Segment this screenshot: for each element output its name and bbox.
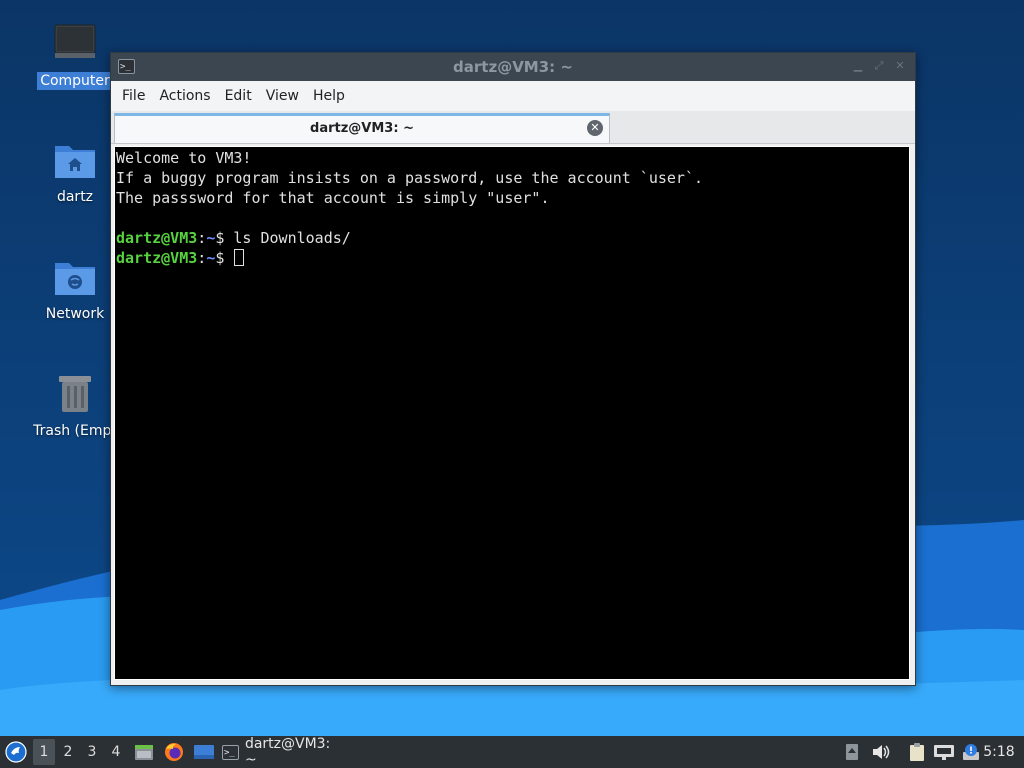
tab-close-icon[interactable]: ✕ (587, 120, 603, 136)
prompt-user-host: dartz@VM3 (116, 249, 198, 267)
terminal-line: If a buggy program insists on a password… (116, 169, 703, 187)
window-titlebar[interactable]: >_ dartz@VM3: ~ ▁ ⤢ ✕ (111, 53, 915, 81)
volume-control[interactable] (870, 736, 892, 768)
terminal-line: The passsword for that account is simply… (116, 189, 550, 207)
prompt-user-host: dartz@VM3 (116, 229, 198, 247)
network-tray-button[interactable] (932, 736, 956, 768)
menu-view[interactable]: View (259, 84, 306, 108)
menu-bar: File Actions Edit View Help (111, 81, 915, 111)
window-title: dartz@VM3: ~ (453, 58, 573, 76)
desktop-icon-label: dartz (56, 189, 94, 205)
eject-icon (846, 744, 858, 760)
tray-up-arrow[interactable] (842, 736, 862, 768)
workspace-3[interactable]: 3 (81, 736, 103, 768)
network-folder-icon (53, 255, 97, 299)
home-folder-icon (53, 138, 97, 182)
speaker-icon (873, 745, 890, 759)
menu-file[interactable]: File (115, 84, 152, 108)
prompt-command: ls Downloads/ (224, 229, 351, 247)
tab-terminal[interactable]: dartz@VM3: ~ ✕ (114, 113, 610, 143)
prompt-separator: : (197, 249, 207, 267)
workspace-1[interactable]: 1 (33, 739, 55, 765)
close-button[interactable]: ✕ (894, 60, 906, 72)
terminal-output[interactable]: Welcome to VM3! If a buggy program insis… (114, 146, 910, 680)
prompt-path: ~ (206, 249, 216, 267)
workspace-2[interactable]: 2 (57, 736, 79, 768)
terminal-task-icon: >_ (222, 744, 239, 760)
terminal-window[interactable]: >_ dartz@VM3: ~ ▁ ⤢ ✕ File Actions Edit … (110, 52, 916, 686)
trash-icon (53, 372, 97, 416)
prompt-command (224, 249, 233, 267)
terminal-prompt-line: dartz@VM3:~$ ls Downloads/ (116, 228, 908, 248)
menu-edit[interactable]: Edit (218, 84, 259, 108)
notification-icon (963, 744, 979, 760)
desktop-icon (194, 745, 214, 759)
menu-help[interactable]: Help (306, 84, 352, 108)
taskbar-task-terminal[interactable]: >_ dartz@VM3: ~ (222, 736, 346, 768)
update-notifier-button[interactable] (960, 736, 982, 768)
prompt-path: ~ (206, 229, 216, 247)
desktop-icon-label: Computer (37, 72, 113, 90)
terminal-prompt-line[interactable]: dartz@VM3:~$ (116, 248, 908, 268)
tab-bar: dartz@VM3: ~ ✕ (111, 111, 915, 144)
firefox-icon (165, 743, 183, 761)
minimize-button[interactable]: ▁ (852, 60, 864, 72)
maximize-button[interactable]: ⤢ (873, 60, 885, 72)
clipboard-tray-button[interactable] (906, 736, 928, 768)
show-desktop-button[interactable] (192, 736, 216, 768)
desktop-icon-label: Trash (Empt (33, 423, 117, 439)
clipboard-icon (910, 743, 924, 761)
tab-title: dartz@VM3: ~ (310, 121, 414, 136)
task-label: dartz@VM3: ~ (244, 736, 331, 768)
file-manager-launcher[interactable] (132, 736, 156, 768)
lubuntu-logo-icon (5, 741, 27, 763)
start-menu-button[interactable] (4, 736, 28, 768)
clock[interactable]: 5:18 (980, 736, 1018, 768)
firefox-launcher[interactable] (162, 736, 186, 768)
computer-icon (53, 22, 97, 66)
prompt-separator: : (197, 229, 207, 247)
terminal-line: Welcome to VM3! (116, 149, 252, 167)
menu-actions[interactable]: Actions (152, 84, 217, 108)
desktop-icon-label: Network (45, 306, 105, 322)
file-manager-icon (135, 745, 153, 760)
wired-network-icon (934, 745, 954, 760)
taskbar: 1 2 3 4 >_ dartz@VM3: ~ 5:18 (0, 736, 1024, 768)
text-cursor (234, 249, 245, 266)
workspace-4[interactable]: 4 (105, 736, 127, 768)
